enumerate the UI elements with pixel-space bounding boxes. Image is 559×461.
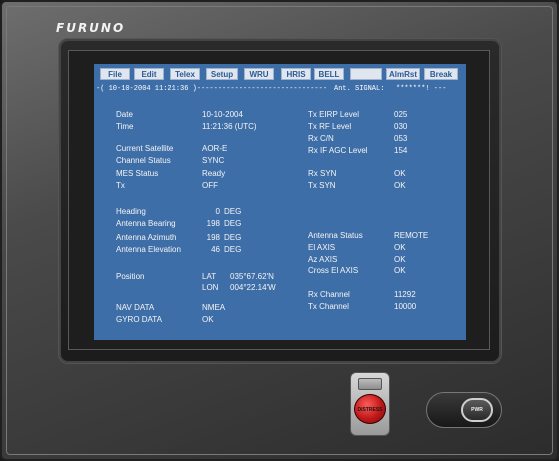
longitude-label: LON [202,283,219,292]
display-screen: File Edit Telex Setup WRU HRIS BELL AlmR… [94,64,466,340]
latitude-value: 035°67.62'N [230,272,274,281]
menu-almrst-button[interactable]: AlmRst [386,68,420,80]
tx-rf-level-label: Tx RF Level [308,122,352,131]
tx-channel-value: 10000 [394,302,417,311]
heading-label: Heading [116,207,146,216]
power-button[interactable]: PWR [461,398,493,422]
rx-if-agc-level-value: 154 [394,146,408,155]
time-value: 11:21:36 (UTC) [202,122,257,131]
menu-break-button[interactable]: Break [424,68,458,80]
rx-channel-value: 11292 [394,290,416,299]
menu-file-button[interactable]: File [100,68,130,80]
antenna-status-label: Antenna Status [308,231,363,240]
menu-blank-button[interactable] [350,68,382,80]
el-axis-label: El AXIS [308,243,336,252]
latitude-label: LAT [202,272,217,281]
antenna-azimuth-value: 198 [206,233,220,242]
status-datetime: -( 10-10-2004 11:21:36 )----------------… [96,85,328,93]
antenna-bearing-unit: DEG [224,219,242,228]
menu-hris-button[interactable]: HRIS [281,68,311,80]
tx-eirp-level-label: Tx EIRP Level [308,110,359,119]
menu-wru-button[interactable]: WRU [244,68,274,80]
distress-button-cover[interactable] [358,378,382,390]
time-label: Time [116,122,134,131]
longitude-value: 004°22.14'W [230,283,276,292]
cross-el-axis-label: Cross El AXIS [308,266,359,275]
tx-eirp-level-value: 025 [394,110,408,119]
rx-syn-value: OK [394,169,406,178]
menu-bell-button[interactable]: BELL [314,68,344,80]
rx-cn-value: 053 [394,134,408,143]
rx-channel-label: Rx Channel [308,290,350,299]
antenna-azimuth-unit: DEG [224,233,242,242]
heading-unit: DEG [224,207,242,216]
tx-channel-label: Tx Channel [308,302,349,311]
az-axis-value: OK [394,255,406,264]
tx-rf-level-value: 030 [394,122,408,131]
antenna-bearing-label: Antenna Bearing [116,219,176,228]
az-axis-label: Az AXIS [308,255,338,264]
antenna-signal-value: *******! --- [396,85,447,93]
tx-label: Tx [116,181,125,190]
furuno-logo: FURUNO [56,21,126,35]
tx-syn-value: OK [394,181,406,190]
status-line: -( 10-10-2004 11:21:36 )----------------… [94,84,466,94]
date-label: Date [116,110,133,119]
channel-status-label: Channel Status [116,156,171,165]
antenna-signal-label: Ant. SIGNAL: [334,85,385,93]
tx-syn-label: Tx SYN [308,181,336,190]
rx-cn-label: Rx C/N [308,134,334,143]
distress-button[interactable]: DISTRESS [354,394,386,424]
nav-data-label: NAV DATA [116,303,155,312]
menu-edit-button[interactable]: Edit [134,68,164,80]
menu-telex-button[interactable]: Telex [170,68,200,80]
mes-status-value: Ready [202,169,226,178]
current-satellite-label: Current Satellite [116,144,174,153]
el-axis-value: OK [394,243,406,252]
channel-status-value: SYNC [202,156,225,165]
position-label: Position [116,272,145,281]
antenna-elevation-value: 46 [211,245,220,254]
antenna-status-value: REMOTE [394,231,429,240]
gyro-data-label: GYRO DATA [116,315,162,324]
gyro-data-value: OK [202,315,214,324]
tx-value: OFF [202,181,218,190]
antenna-azimuth-label: Antenna Azimuth [116,233,177,242]
heading-value: 0 [215,207,220,216]
cross-el-axis-value: OK [394,266,406,275]
antenna-elevation-unit: DEG [224,245,242,254]
antenna-elevation-label: Antenna Elevation [116,245,181,254]
antenna-bearing-value: 198 [206,219,220,228]
rx-if-agc-level-label: Rx IF AGC Level [308,146,368,155]
nav-data-value: NMEA [202,303,226,312]
menu-setup-button[interactable]: Setup [206,68,238,80]
rx-syn-label: Rx SYN [308,169,337,178]
menu-bar: File Edit Telex Setup WRU HRIS BELL AlmR… [94,68,466,80]
date-value: 10-10-2004 [202,110,243,119]
mes-status-label: MES Status [116,169,159,178]
current-satellite-value: AOR-E [202,144,228,153]
